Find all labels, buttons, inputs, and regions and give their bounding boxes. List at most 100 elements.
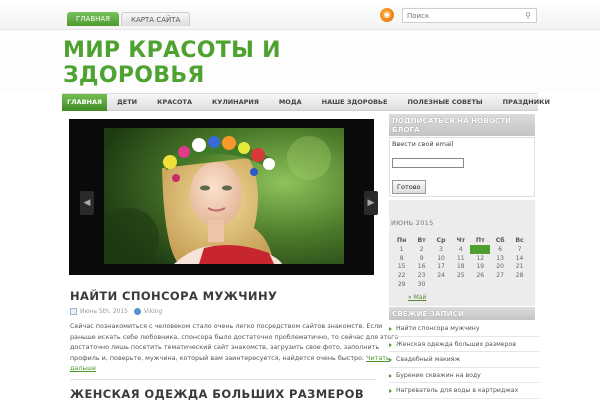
slider-prev-arrow-icon[interactable]: ◀	[80, 191, 94, 215]
calendar-empty-cell	[490, 280, 510, 289]
calendar-day[interactable]: 9	[412, 254, 431, 263]
calendar-day[interactable]: 3	[431, 245, 451, 254]
calendar-week-row: 1234567	[391, 245, 529, 254]
rss-icon[interactable]: ◉	[380, 8, 394, 22]
calendar-day[interactable]: 28	[510, 271, 529, 280]
calendar-day[interactable]: 24	[431, 271, 451, 280]
site-title[interactable]: МИР КРАСОТЫ И ЗДОРОВЬЯ	[63, 38, 363, 88]
nav-item-kids[interactable]: ДЕТИ	[107, 94, 147, 111]
calendar-week-row: 8 9 10 11 12 13 14	[391, 254, 529, 263]
subscribe-form: Ввести свой email Готово	[389, 137, 535, 197]
calendar-day[interactable]: 27	[490, 271, 510, 280]
calendar-widget: ИЮНЬ 2015 Пн Вт Ср Чт Пт Сб Вс 123456789…	[389, 200, 535, 306]
nav-item-tips[interactable]: ПОЛЕЗНЫЕ СОВЕТЫ	[397, 94, 492, 111]
post-title-2[interactable]: ЖЕНСКАЯ ОДЕЖДА БОЛЬШИХ РАЗМЕРОВ	[70, 387, 364, 400]
site-header: МИР КРАСОТЫ И ЗДОРОВЬЯ	[0, 30, 600, 92]
calendar-day[interactable]: 11	[451, 254, 470, 263]
weekday-wed: Ср	[436, 236, 446, 244]
calendar-day[interactable]: 1	[391, 245, 412, 254]
calendar-empty-cell	[510, 280, 529, 289]
calendar-day[interactable]: 25	[451, 271, 470, 280]
calendar-day[interactable]: 23	[412, 271, 431, 280]
weekday-thu: Чт	[456, 236, 466, 244]
post-author[interactable]: Viking	[144, 308, 162, 315]
weekday-sat: Сб	[495, 236, 505, 244]
email-field[interactable]	[392, 158, 464, 168]
search-box: ⚲	[402, 8, 537, 23]
recent-post-item[interactable]: Свадебный макияж	[389, 352, 539, 368]
main-nav: ГЛАВНАЯ ДЕТИ КРАСОТА КУЛИНАРИЯ МОДА НАШЕ…	[62, 93, 550, 111]
calendar-day[interactable]: 6	[490, 245, 510, 254]
calendar-week-row: 15 16 17 18 19 20 21	[391, 263, 529, 272]
calendar-day[interactable]: 29	[391, 280, 412, 289]
nav-item-home[interactable]: ГЛАВНАЯ	[62, 94, 108, 111]
calendar-prev-month-link[interactable]: « Май	[408, 294, 426, 301]
calendar-day[interactable]: 2	[412, 245, 431, 254]
post-title[interactable]: НАЙТИ СПОНСОРА МУЖЧИНУ	[70, 289, 277, 303]
topnav-sitemap-link[interactable]: КАРТА САЙТА	[121, 12, 191, 26]
calendar-day[interactable]: 14	[510, 254, 529, 263]
main-content: ◀ ▶ НАЙТИ СПОНСОРА МУЖЧИНУ Июнь 5th, 201…	[62, 111, 398, 400]
calendar-day[interactable]: 22	[391, 271, 412, 280]
calendar-caption: ИЮНЬ 2015	[391, 219, 434, 227]
recent-post-item[interactable]: Нагреватель для воды в картриджах	[389, 383, 539, 399]
calendar-day[interactable]: 18	[451, 263, 470, 272]
calendar-day[interactable]: 15	[391, 263, 412, 272]
nav-item-fashion[interactable]: МОДА	[269, 94, 312, 111]
subscribe-button[interactable]: Готово	[392, 180, 426, 194]
calendar-body: 1 2 3 4 5 6 7 8 9 10 11 12 13 14 15 16 17 18 19 20 21 22 23 24 2…	[391, 245, 529, 289]
calendar-day[interactable]: 20	[490, 263, 510, 272]
weekday-fri: Пт	[475, 236, 485, 244]
recent-posts-title: СВЕЖИЕ ЗАПИСИ	[389, 307, 535, 320]
calendar-day[interactable]: 21	[510, 263, 529, 272]
calendar-icon	[70, 308, 77, 315]
recent-post-item[interactable]: Бурение скважин на воду	[389, 368, 539, 383]
post-divider	[70, 379, 376, 380]
post-date: Июнь 5th, 2015	[80, 308, 128, 315]
post-excerpt-text: Сейчас познакомиться с человеком стало о…	[70, 322, 399, 362]
slider-next-arrow-icon[interactable]: ▶	[364, 191, 378, 215]
weekday-sun: Вс	[515, 236, 524, 244]
weekday-tue: Вт	[417, 236, 426, 244]
nav-item-beauty[interactable]: КРАСОТА	[147, 94, 202, 111]
post-excerpt: Сейчас познакомиться с человеком стало о…	[70, 321, 402, 374]
calendar-empty-cell	[431, 280, 451, 289]
slide-photo	[104, 128, 344, 264]
calendar-empty-cell	[451, 280, 470, 289]
calendar-day[interactable]: 17	[431, 263, 451, 272]
user-icon	[133, 308, 141, 315]
calendar-day[interactable]: 16	[412, 263, 431, 272]
calendar-day[interactable]: 12	[470, 254, 490, 263]
nav-item-holidays[interactable]: ПРАЗДНИКИ	[493, 94, 560, 111]
calendar-day[interactable]: 13	[490, 254, 510, 263]
weekday-mon: Пн	[396, 236, 407, 244]
calendar-day[interactable]: 26	[470, 271, 490, 280]
calendar-empty-cell	[470, 280, 490, 289]
calendar-day[interactable]: 7	[510, 245, 529, 254]
calendar-table: Пн Вт Ср Чт Пт Сб Вс 1 2 3 4 5 6 7 8 9 10 11 12 13 14…	[391, 235, 529, 289]
slide-image[interactable]	[104, 128, 344, 264]
top-bar: ГЛАВНАЯ КАРТА САЙТА ◉ ⚲	[0, 0, 600, 30]
nav-item-cooking[interactable]: КУЛИНАРИЯ	[202, 94, 269, 111]
subscribe-label: Ввести свой email	[392, 140, 454, 148]
calendar-day[interactable]: 4	[451, 245, 470, 254]
featured-slider: ◀ ▶	[69, 119, 378, 275]
calendar-day[interactable]: 8	[391, 254, 412, 263]
sidebar: ПОДПИСАТЬСЯ НА НОВОСТИ БЛОГА Ввести свой…	[386, 111, 539, 400]
post-meta: Июнь 5th, 2015 Viking	[70, 308, 162, 315]
calendar-day[interactable]: 10	[431, 254, 451, 263]
nav-item-health[interactable]: НАШЕ ЗДОРОВЬЕ	[312, 94, 398, 111]
recent-post-item[interactable]: Женская одежда больших размеров	[389, 337, 539, 352]
calendar-week-row: 29 30	[391, 280, 529, 289]
search-icon[interactable]: ⚲	[523, 11, 533, 21]
topnav-home-link[interactable]: ГЛАВНАЯ	[67, 12, 120, 26]
calendar-day[interactable]: 30	[412, 280, 431, 289]
recent-posts-list: Найти спонсора мужчину Женская одежда бо…	[389, 321, 539, 399]
calendar-day[interactable]: 5	[470, 245, 491, 254]
calendar-day[interactable]: 19	[470, 263, 490, 272]
top-nav: ГЛАВНАЯ КАРТА САЙТА	[67, 12, 191, 26]
search-input[interactable]	[403, 9, 521, 22]
recent-post-item[interactable]: Найти спонсора мужчину	[389, 321, 539, 337]
subscribe-widget-title: ПОДПИСАТЬСЯ НА НОВОСТИ БЛОГА	[389, 114, 535, 136]
calendar-week-row: 22 23 24 25 26 27 28	[391, 271, 529, 280]
